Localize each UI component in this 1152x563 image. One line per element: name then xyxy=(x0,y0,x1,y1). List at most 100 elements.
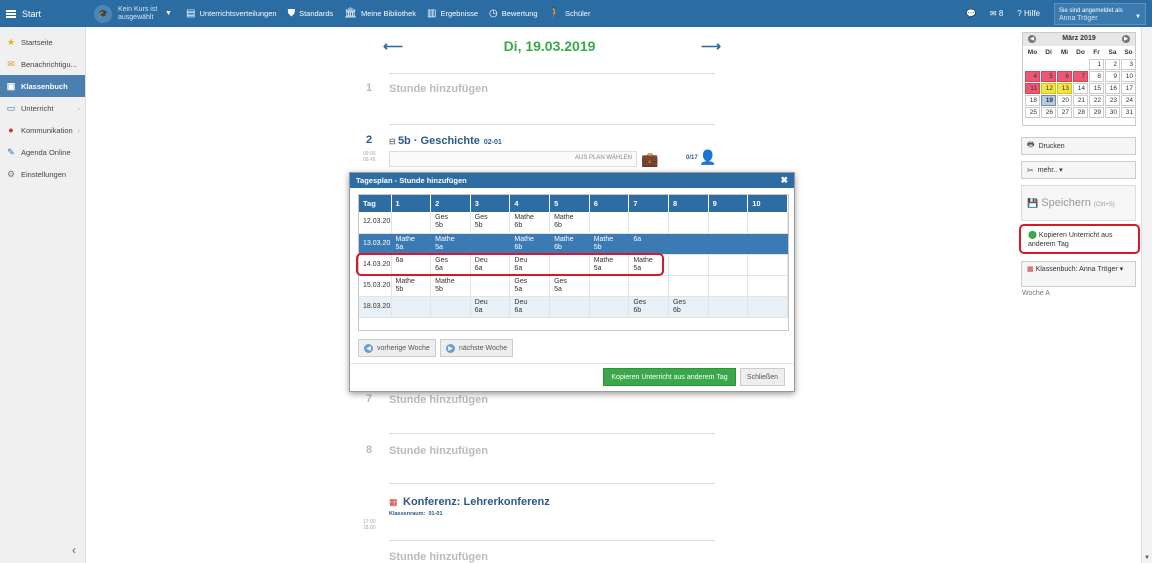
table-row[interactable]: 15.03.2019Mathe 5bMathe 5bGes 5aGes 5a xyxy=(359,275,788,297)
period-cell[interactable]: Ges 5a xyxy=(549,275,590,297)
period-cell[interactable]: Mathe 5b xyxy=(589,233,630,255)
period-cell[interactable] xyxy=(747,212,788,234)
calendar-day[interactable]: 30 xyxy=(1105,107,1120,118)
add-lesson-link[interactable]: Stunde hinzufügen xyxy=(389,551,488,563)
period-cell[interactable]: Mathe 6b xyxy=(509,233,551,255)
sidebar-item-benachrichtigungen[interactable]: ✉ Benachrichtigu... xyxy=(0,53,85,75)
period-cell[interactable] xyxy=(589,275,630,297)
calendar-day[interactable]: 29 xyxy=(1089,107,1104,118)
nav-ergebnisse[interactable]: ▥ Ergebnisse xyxy=(427,8,478,19)
add-lesson-link[interactable]: Stunde hinzufügen xyxy=(389,445,488,457)
calendar-day[interactable]: 18 xyxy=(1025,95,1040,106)
calendar-day[interactable]: 27 xyxy=(1057,107,1072,118)
period-cell[interactable]: Ges 6b xyxy=(628,296,669,318)
calendar-day[interactable]: 10 xyxy=(1121,71,1136,82)
nav-meine-bibliothek[interactable]: 🏛 Meine Bibliothek xyxy=(344,8,416,19)
calendar-day[interactable]: 8 xyxy=(1089,71,1104,82)
start-button[interactable]: Start xyxy=(0,0,86,27)
sidebar-item-startseite[interactable]: ★ Startseite xyxy=(0,31,85,53)
period-cell[interactable] xyxy=(549,296,590,318)
calendar-day[interactable]: 13 xyxy=(1057,83,1072,94)
calendar-day[interactable]: 28 xyxy=(1073,107,1088,118)
calendar-day[interactable]: 7 xyxy=(1073,71,1088,82)
period-cell[interactable] xyxy=(668,275,709,297)
sidebar-item-kommunikation[interactable]: ● Kommunikation › xyxy=(0,119,85,141)
period-cell[interactable] xyxy=(589,296,630,318)
save-button[interactable]: 💾 Speichern (Ctrl+S) xyxy=(1021,185,1136,221)
add-lesson-link[interactable]: Stunde hinzufügen xyxy=(389,394,488,406)
nav-bewertung[interactable]: ◷ Bewertung xyxy=(489,8,538,19)
period-cell[interactable]: Mathe 5b xyxy=(391,275,432,297)
user-menu[interactable]: Sie sind angemeldet als Anna Tröger ▼ xyxy=(1054,2,1146,25)
period-cell[interactable] xyxy=(589,212,630,234)
briefcase-icon[interactable]: 💼 xyxy=(641,151,658,168)
calendar-day[interactable]: 26 xyxy=(1041,107,1056,118)
next-month-icon[interactable]: ▶ xyxy=(1122,35,1130,43)
calendar-day[interactable]: 2 xyxy=(1105,59,1120,70)
period-cell[interactable] xyxy=(668,254,709,276)
calendar-day[interactable]: 3 xyxy=(1121,59,1136,70)
calendar-day[interactable]: 5 xyxy=(1041,71,1056,82)
add-lesson-link[interactable]: Stunde hinzufügen xyxy=(389,83,488,95)
calendar-day[interactable]: 23 xyxy=(1105,95,1120,106)
period-cell[interactable]: Mathe 5a xyxy=(391,233,432,255)
period-cell[interactable] xyxy=(470,233,511,255)
period-cell[interactable]: Mathe 6b xyxy=(549,212,590,234)
help-button[interactable]: ? Hilfe xyxy=(1017,9,1040,18)
calendar-day[interactable]: 9 xyxy=(1105,71,1120,82)
calendar-day[interactable]: 16 xyxy=(1105,83,1120,94)
day-cell[interactable]: 13.03.2019 xyxy=(359,233,392,255)
period-cell[interactable] xyxy=(708,233,749,255)
day-cell[interactable]: 12.03.2019 xyxy=(359,212,392,234)
calendar-day[interactable]: 24 xyxy=(1121,95,1136,106)
klassenbuch-selector[interactable]: ▦ Klassenbuch: Anna Tröger ▾ xyxy=(1021,261,1136,287)
choose-from-plan-button[interactable]: AUS PLAN WÄHLEN xyxy=(389,151,637,167)
period-cell[interactable]: Ges 5b xyxy=(470,212,511,234)
period-cell[interactable] xyxy=(708,254,749,276)
period-cell[interactable] xyxy=(747,275,788,297)
calendar-day[interactable]: 21 xyxy=(1073,95,1088,106)
period-cell[interactable] xyxy=(747,233,788,255)
calendar-day[interactable]: 1 xyxy=(1089,59,1104,70)
period-cell[interactable] xyxy=(628,275,669,297)
calendar-day[interactable]: 6 xyxy=(1057,71,1072,82)
next-day-arrow-icon[interactable]: ⟶ xyxy=(701,38,721,55)
period-cell[interactable] xyxy=(391,212,432,234)
chat-icon[interactable]: 💬 xyxy=(966,9,976,18)
conference-title[interactable]: Konferenz: Lehrerkonferenz xyxy=(403,496,550,508)
day-cell[interactable]: 15.03.2019 xyxy=(359,275,392,297)
period-cell[interactable] xyxy=(747,254,788,276)
print-button[interactable]: 🖶 Drucken xyxy=(1021,137,1136,155)
more-button[interactable]: ✂ mehr.. ▾ xyxy=(1021,161,1136,179)
lesson-title[interactable]: ⊟ 5b · Geschichte 02-01 xyxy=(389,135,502,147)
period-cell[interactable]: Mathe 5a xyxy=(430,233,471,255)
sidebar-item-unterricht[interactable]: ▭ Unterricht › xyxy=(0,97,85,119)
calendar-day[interactable]: 17 xyxy=(1121,83,1136,94)
table-row[interactable]: 13.03.2019Mathe 5aMathe 5aMathe 6bMathe … xyxy=(359,233,788,255)
scroll-down-icon[interactable]: ▼ xyxy=(1144,555,1150,561)
copy-lesson-button[interactable]: Kopieren Unterricht aus anderem Tag xyxy=(603,368,736,386)
period-cell[interactable]: Mathe 6b xyxy=(509,212,551,234)
nav-standards[interactable]: ⛊ Standards xyxy=(288,8,334,19)
prev-week-button[interactable]: ◀ vorherige Woche xyxy=(358,339,436,357)
calendar-day[interactable]: 25 xyxy=(1025,107,1040,118)
prev-month-icon[interactable]: ◀ xyxy=(1028,35,1036,43)
mail-button[interactable]: ✉ 8 xyxy=(990,9,1003,18)
calendar-day[interactable]: 12 xyxy=(1041,83,1056,94)
sidebar-item-agenda-online[interactable]: ✎ Agenda Online xyxy=(0,141,85,163)
period-cell[interactable]: 6a xyxy=(628,233,669,255)
period-cell[interactable] xyxy=(430,296,471,318)
sidebar-item-einstellungen[interactable]: ⚙ Einstellungen xyxy=(0,163,85,185)
next-week-button[interactable]: ▶ nächste Woche xyxy=(440,339,514,357)
period-cell[interactable]: Mathe 5b xyxy=(430,275,471,297)
period-cell[interactable]: Deu 6a xyxy=(509,296,551,318)
table-row[interactable]: 12.03.2019Ges 5bGes 5bMathe 6bMathe 6b xyxy=(359,212,788,234)
period-cell[interactable] xyxy=(668,233,709,255)
nav-unterrichtsverteilungen[interactable]: ▤ Unterrichtsverteilungen xyxy=(186,8,277,19)
sidebar-item-klassenbuch[interactable]: ▣ Klassenbuch xyxy=(0,75,85,97)
scrollbar[interactable]: ▼ xyxy=(1141,27,1152,563)
period-cell[interactable] xyxy=(708,212,749,234)
nav-schueler[interactable]: 🚶 Schüler xyxy=(549,8,591,19)
period-cell[interactable] xyxy=(391,296,432,318)
period-cell[interactable] xyxy=(747,296,788,318)
